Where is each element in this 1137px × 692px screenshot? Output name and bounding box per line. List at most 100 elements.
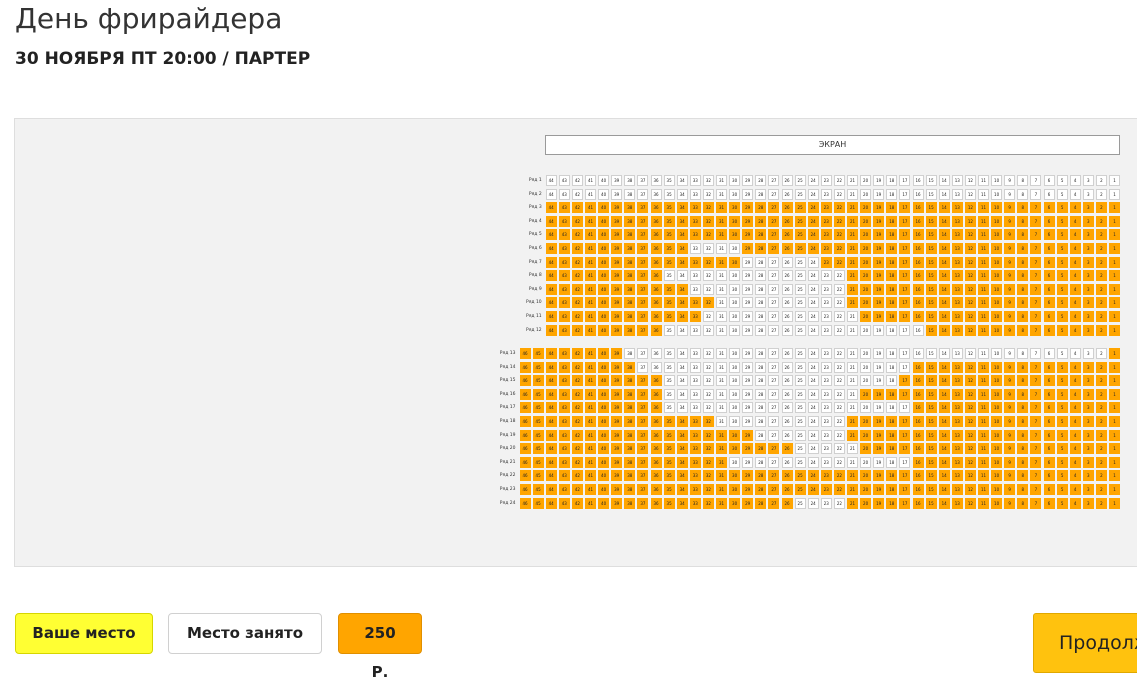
seat-free[interactable]: 8 xyxy=(1017,443,1029,455)
seat-free[interactable]: 4 xyxy=(1069,375,1081,387)
seat-free[interactable]: 32 xyxy=(702,456,714,468)
seat-free[interactable]: 43 xyxy=(558,361,570,373)
seat-free[interactable]: 12 xyxy=(964,311,976,322)
seat-free[interactable]: 1 xyxy=(1109,470,1120,482)
seat-free[interactable]: 36 xyxy=(650,484,662,495)
seat-free[interactable]: 32 xyxy=(702,443,714,455)
seat-free[interactable]: 13 xyxy=(951,243,963,254)
seat-free[interactable]: 22 xyxy=(833,256,845,268)
seat-free[interactable]: 20 xyxy=(860,484,872,495)
seat-free[interactable]: 9 xyxy=(1004,243,1016,254)
seat-free[interactable]: 37 xyxy=(637,229,649,241)
seat-free[interactable]: 28 xyxy=(755,202,767,214)
seat-free[interactable]: 42 xyxy=(571,388,583,400)
seat-free[interactable]: 45 xyxy=(532,456,544,468)
seat-free[interactable]: 3 xyxy=(1082,215,1094,227)
seat-free[interactable]: 28 xyxy=(755,484,767,495)
seat-free[interactable]: 37 xyxy=(637,324,649,336)
seat-free[interactable]: 33 xyxy=(689,484,701,495)
seat-free[interactable]: 1 xyxy=(1109,270,1120,282)
seat-free[interactable]: 19 xyxy=(873,202,885,214)
seat-free[interactable]: 7 xyxy=(1030,283,1042,295)
seat-free[interactable]: 5 xyxy=(1056,402,1068,414)
seat-free[interactable]: 4 xyxy=(1069,484,1081,495)
seat-free[interactable]: 8 xyxy=(1017,361,1029,373)
seat-free[interactable]: 3 xyxy=(1082,402,1094,414)
seat-free[interactable]: 12 xyxy=(964,484,976,495)
seat-free[interactable]: 41 xyxy=(585,443,596,455)
seat-free[interactable]: 3 xyxy=(1082,297,1094,309)
seat-free[interactable]: 29 xyxy=(742,215,754,227)
seat-free[interactable]: 9 xyxy=(1004,311,1016,322)
seat-free[interactable]: 46 xyxy=(519,429,531,441)
seat-free[interactable]: 15 xyxy=(925,283,937,295)
seat-free[interactable]: 21 xyxy=(847,229,858,241)
seat-free[interactable]: 46 xyxy=(519,416,531,427)
seat-free[interactable]: 39 xyxy=(611,348,623,359)
seat-free[interactable]: 11 xyxy=(978,215,989,227)
seat-free[interactable]: 11 xyxy=(978,497,989,509)
seat-free[interactable]: 35 xyxy=(663,243,675,254)
seat-free[interactable]: 19 xyxy=(873,229,885,241)
seat-free[interactable]: 1 xyxy=(1109,202,1120,214)
seat-free[interactable]: 5 xyxy=(1056,361,1068,373)
seat-free[interactable]: 39 xyxy=(611,416,623,427)
seat-free[interactable]: 45 xyxy=(532,375,544,387)
seat-free[interactable]: 12 xyxy=(964,229,976,241)
seat-free[interactable]: 6 xyxy=(1043,202,1055,214)
seat-free[interactable]: 33 xyxy=(689,256,701,268)
seat-free[interactable]: 44 xyxy=(545,202,557,214)
seat-free[interactable]: 41 xyxy=(585,348,596,359)
seat-free[interactable]: 41 xyxy=(585,311,596,322)
seat-free[interactable]: 20 xyxy=(860,256,872,268)
seat-free[interactable]: 36 xyxy=(650,324,662,336)
seat-free[interactable]: 2 xyxy=(1095,283,1107,295)
seat-free[interactable]: 31 xyxy=(716,429,727,441)
seat-free[interactable]: 40 xyxy=(598,256,610,268)
seat-free[interactable]: 8 xyxy=(1017,470,1029,482)
seat-free[interactable]: 11 xyxy=(978,243,989,254)
seat-free[interactable]: 45 xyxy=(532,388,544,400)
seat-free[interactable]: 43 xyxy=(558,443,570,455)
seat-free[interactable]: 30 xyxy=(729,497,741,509)
seat-free[interactable]: 40 xyxy=(598,270,610,282)
seat-free[interactable]: 10 xyxy=(991,497,1003,509)
seat-free[interactable]: 15 xyxy=(925,375,937,387)
seat-free[interactable]: 39 xyxy=(611,202,623,214)
seat-free[interactable]: 14 xyxy=(938,375,950,387)
seat-free[interactable]: 4 xyxy=(1069,270,1081,282)
seat-free[interactable]: 38 xyxy=(624,484,636,495)
seat-free[interactable]: 46 xyxy=(519,375,531,387)
seat-free[interactable]: 34 xyxy=(676,429,688,441)
seat-free[interactable]: 37 xyxy=(637,202,649,214)
seat-free[interactable]: 16 xyxy=(912,497,924,509)
seat-free[interactable]: 2 xyxy=(1095,443,1107,455)
seat-free[interactable]: 18 xyxy=(886,311,898,322)
seat-free[interactable]: 4 xyxy=(1069,416,1081,427)
seat-free[interactable]: 8 xyxy=(1017,324,1029,336)
seat-free[interactable]: 2 xyxy=(1095,270,1107,282)
seat-free[interactable]: 37 xyxy=(637,388,649,400)
seat-free[interactable]: 15 xyxy=(925,311,937,322)
seat-free[interactable]: 27 xyxy=(768,243,780,254)
seat-free[interactable]: 13 xyxy=(951,311,963,322)
seat-free[interactable]: 35 xyxy=(663,256,675,268)
seat-free[interactable]: 19 xyxy=(873,215,885,227)
seat-free[interactable]: 42 xyxy=(571,484,583,495)
seat-free[interactable]: 12 xyxy=(964,375,976,387)
seat-free[interactable]: 12 xyxy=(964,243,976,254)
seat-free[interactable]: 20 xyxy=(860,297,872,309)
seat-free[interactable]: 17 xyxy=(899,388,911,400)
seat-free[interactable]: 10 xyxy=(991,297,1003,309)
seat-free[interactable]: 33 xyxy=(689,297,701,309)
seat-free[interactable]: 7 xyxy=(1030,375,1042,387)
seat-free[interactable]: 9 xyxy=(1004,497,1016,509)
seat-free[interactable]: 46 xyxy=(519,484,531,495)
seat-free[interactable]: 15 xyxy=(925,297,937,309)
seat-free[interactable]: 7 xyxy=(1030,229,1042,241)
seat-free[interactable]: 36 xyxy=(650,402,662,414)
seat-free[interactable]: 33 xyxy=(689,215,701,227)
seat-free[interactable]: 6 xyxy=(1043,497,1055,509)
seat-free[interactable]: 4 xyxy=(1069,456,1081,468)
seat-free[interactable]: 8 xyxy=(1017,243,1029,254)
